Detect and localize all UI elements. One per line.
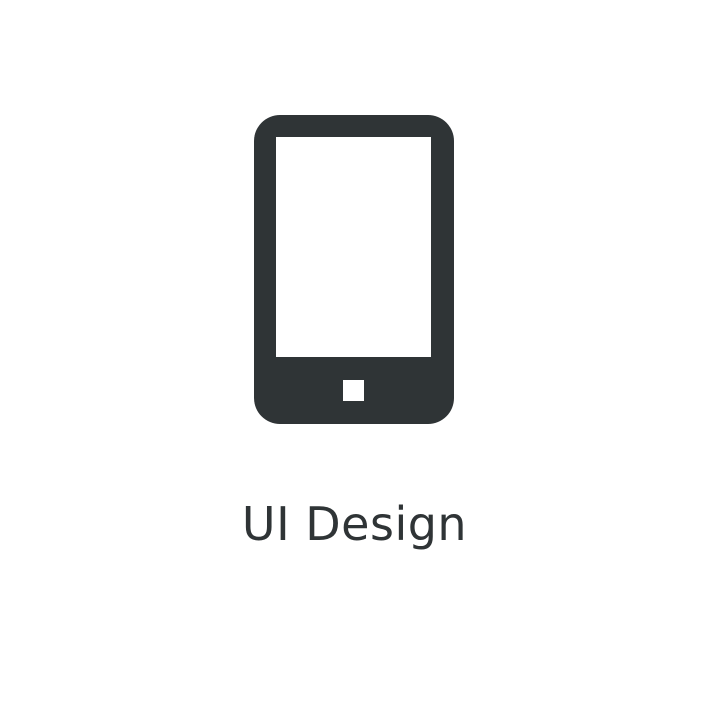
mobile-phone-icon (254, 115, 454, 424)
service-card: UI Design (0, 0, 709, 709)
service-title: UI Design (241, 497, 468, 551)
